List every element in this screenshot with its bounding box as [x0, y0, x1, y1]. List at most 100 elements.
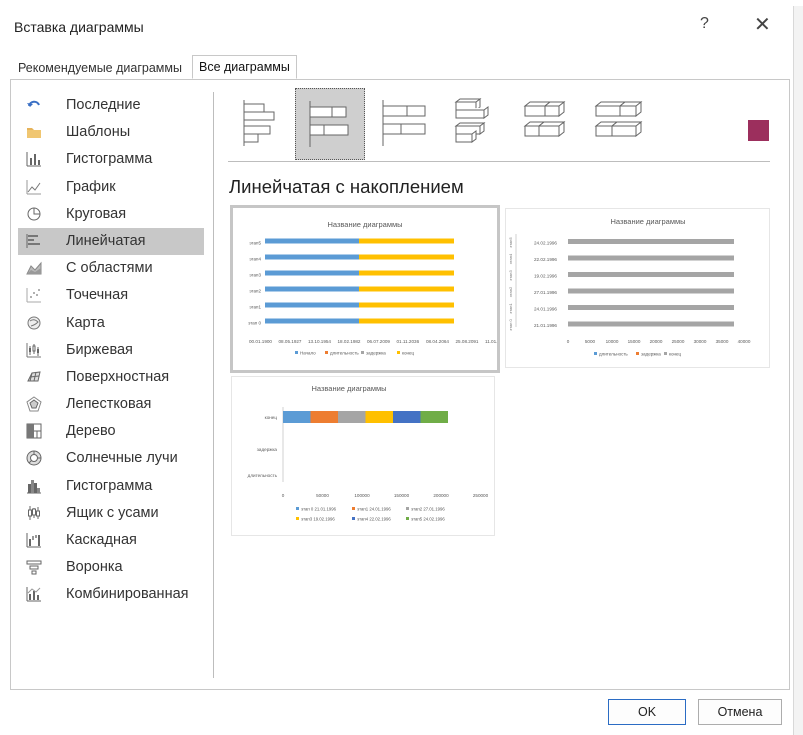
chart-subtype-3d-100-stacked-bar[interactable] [582, 88, 650, 158]
sidebar-item-label: Точечная [66, 287, 129, 304]
scatter-chart-icon [26, 288, 41, 303]
x-tick-label: 150000 [394, 493, 410, 498]
x-tick-label: 250000 [473, 493, 489, 498]
x-tick-label: 18.02.1982 [338, 339, 361, 344]
folder-icon [27, 128, 41, 139]
tab-recommended-charts[interactable]: Рекомендуемые диаграммы [12, 57, 188, 79]
sidebar-item-recent[interactable]: Последние [18, 92, 204, 119]
sidebar-item-folder[interactable]: Шаблоны [18, 119, 204, 146]
chart-subtype-gallery [228, 88, 770, 160]
x-tick-label: 5000 [585, 339, 596, 344]
subtype-divider [228, 161, 770, 162]
sidebar-item-waterfall-chart[interactable]: Каскадная [18, 527, 204, 554]
category-label: 22.02.1996 [534, 257, 557, 262]
sidebar-item-map-chart[interactable]: Карта [18, 310, 204, 337]
legend-entry: конец [669, 352, 682, 357]
category-label: этап 0 [248, 321, 261, 326]
sidebar-item-column-chart[interactable]: Гистограмма [18, 146, 204, 173]
background-window-edge [793, 0, 803, 735]
background-window-strip [793, 0, 803, 6]
side-category-label: этап5 [508, 237, 513, 248]
legend-swatch [295, 351, 298, 354]
bar-segment [359, 238, 454, 244]
sidebar-item-stock-chart[interactable]: Биржевая [18, 337, 204, 364]
sidebar-item-area-chart[interactable]: С областями [18, 255, 204, 282]
tab-all-charts[interactable]: Все диаграммы [192, 55, 297, 79]
legend-swatch [406, 517, 409, 520]
sidebar-item-histogram-chart[interactable]: Гистограмма [18, 473, 204, 500]
cancel-button[interactable]: Отмена [698, 699, 782, 725]
sidebar-item-label: Линейчатая [66, 232, 146, 249]
radar-chart-icon [26, 396, 42, 412]
recent-icon [27, 100, 40, 107]
chart-preview-1[interactable]: Название диаграммы этап 0 этап1 этап2 этап3 э… [230, 205, 500, 373]
x-tick-label: 20000 [650, 339, 663, 344]
legend-entry: длительность [599, 352, 628, 357]
sidebar-item-label: Ящик с усами [66, 504, 159, 521]
3d-stacked-bar-icon [523, 100, 566, 138]
chart-preview-3[interactable]: Название диаграммы длительность задержка ко… [231, 376, 495, 536]
ok-button[interactable]: OK [608, 699, 686, 725]
sidebar-item-label: Воронка [66, 559, 123, 576]
legend-entry: этап2 27.01.1996 [411, 507, 445, 512]
chart-preview-1-canvas: Название диаграммы этап 0 этап1 этап2 этап3 э… [248, 220, 497, 356]
x-tick-label: 50000 [316, 493, 329, 498]
chart-preview-2[interactable]: Название диаграммы 21.01.1996 этап 0 24.01.… [505, 208, 770, 368]
category-label: конец [265, 415, 278, 420]
chart-subtype-stacked-bar[interactable] [295, 88, 365, 160]
bar-segment [359, 270, 454, 276]
category-label: 21.01.1996 [534, 323, 557, 328]
help-button[interactable]: ? [700, 15, 709, 33]
sidebar-item-treemap-chart[interactable]: Дерево [18, 418, 204, 445]
category-label: 24.02.1996 [534, 241, 557, 246]
side-category-label: этап 0 [508, 318, 513, 330]
sidebar-item-funnel-chart[interactable]: Воронка [18, 554, 204, 581]
bar-segment [568, 321, 734, 327]
sidebar-item-pie-chart[interactable]: Круговая [18, 201, 204, 228]
x-tick-label: 00.01.1900 [249, 339, 272, 344]
100-stacked-bar-icon [382, 100, 426, 146]
legend-swatch [361, 351, 364, 354]
3d-100-stacked-bar-icon [594, 100, 643, 138]
insert-chart-dialog: Вставка диаграммы ? ✕ Рекомендуемые диаг… [0, 0, 793, 735]
sidebar-item-line-chart[interactable]: График [18, 174, 204, 201]
sidebar-item-combo-chart[interactable]: Комбинированная [18, 581, 204, 608]
legend-swatch [352, 507, 355, 510]
chart-color-swatch[interactable] [748, 120, 769, 141]
bar-segment [420, 411, 448, 423]
bar-segment [393, 411, 421, 423]
side-category-label: этап1 [508, 303, 513, 314]
category-label: 19.02.1996 [534, 274, 557, 279]
category-label: 27.01.1996 [534, 290, 557, 295]
category-label: этап2 [249, 289, 261, 294]
sidebar-item-radar-chart[interactable]: Лепестковая [18, 391, 204, 418]
sidebar-item-scatter-chart[interactable]: Точечная [18, 282, 204, 309]
chart-subtype-3d-clustered-bar[interactable] [440, 88, 508, 158]
legend-entry: Начало [300, 351, 316, 356]
sidebar-item-label: С областями [66, 260, 153, 277]
x-tick-label: 08.05.1927 [279, 339, 302, 344]
sidebar-item-label: Биржевая [66, 341, 133, 358]
bar-chart-icon [26, 233, 40, 248]
x-tick-label: 11.01.2119 [485, 339, 497, 344]
bar-segment [359, 254, 454, 260]
3d-clustered-bar-icon [454, 98, 489, 143]
chart-subtype-3d-stacked-bar[interactable] [511, 88, 579, 158]
legend-entry: этап5 24.02.1996 [411, 517, 445, 522]
chart-preview-2-canvas: Название диаграммы 21.01.1996 этап 0 24.01.… [508, 217, 751, 357]
sidebar-item-label: Солнечные лучи [66, 450, 178, 467]
map-chart-icon [27, 316, 41, 329]
x-tick-label: 0 [567, 339, 570, 344]
chart-subtype-clustered-bar[interactable] [228, 88, 296, 158]
sidebar-item-sunburst-chart[interactable]: Солнечные лучи [18, 445, 204, 472]
close-button[interactable]: ✕ [754, 12, 771, 37]
chart-subtype-100-stacked-bar[interactable] [369, 88, 437, 158]
sidebar-item-label: Дерево [66, 423, 116, 440]
sidebar-item-box-whisker-chart[interactable]: Ящик с усами [18, 500, 204, 527]
sidebar-item-bar-chart[interactable]: Линейчатая [18, 227, 204, 256]
chart-title: Название диаграммы [311, 384, 386, 393]
sidebar-item-surface-chart[interactable]: Поверхностная [18, 364, 204, 391]
chart-type-list: Последние Шаблоны Гистограмма График Кругова… [18, 92, 204, 609]
side-category-label: этап2 [508, 286, 513, 297]
x-tick-label: 13.10.1954 [308, 339, 331, 344]
